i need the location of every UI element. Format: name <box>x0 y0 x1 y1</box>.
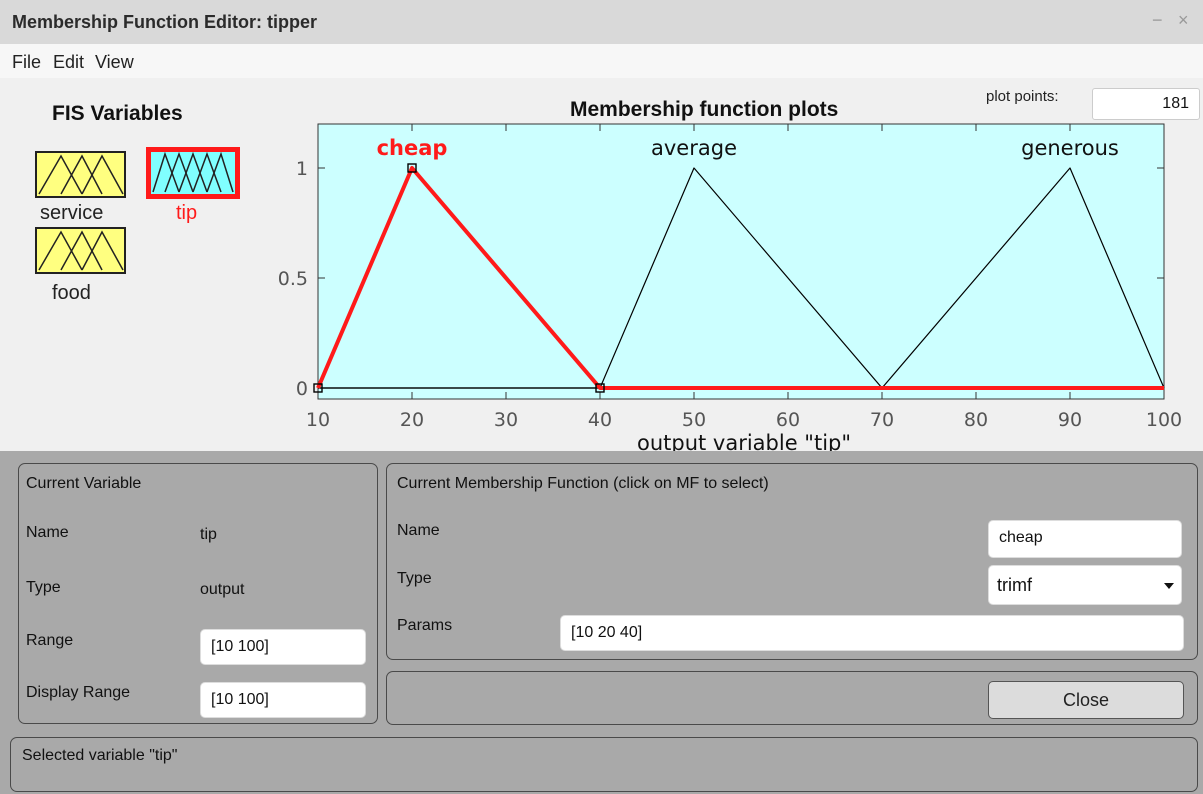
x-axis-label: output variable "tip" <box>637 431 851 451</box>
close-button[interactable]: Close <box>988 681 1184 719</box>
x-tick-label: 100 <box>1146 409 1182 431</box>
x-tick-label: 20 <box>400 409 424 431</box>
y-tick-label: 1 <box>296 158 308 180</box>
mf-type-select[interactable]: trimf <box>988 565 1182 605</box>
variable-name-value: tip <box>200 526 217 543</box>
mf-type-label: Type <box>397 570 432 587</box>
plot-area <box>317 123 1165 400</box>
variable-type-label: Type <box>26 579 61 596</box>
x-tick-label: 70 <box>870 409 894 431</box>
mf-label-average: average <box>651 136 737 160</box>
display-range-field[interactable]: [10 100] <box>200 682 366 718</box>
y-tick-label: 0 <box>296 378 308 400</box>
current-variable-header: Current Variable <box>26 475 142 492</box>
x-tick-label: 90 <box>1058 409 1082 431</box>
mf-label-generous: generous <box>1021 136 1119 160</box>
caret-down-icon <box>1164 583 1174 589</box>
mf-name-label: Name <box>397 522 440 539</box>
range-field[interactable]: [10 100] <box>200 629 366 665</box>
display-range-label: Display Range <box>26 684 131 701</box>
variable-type-value: output <box>200 581 245 598</box>
variable-name-label: Name <box>26 524 69 541</box>
membership-plot[interactable]: 10 20 30 40 50 60 70 80 90 100 0 0.5 1 average generou… <box>0 0 1203 451</box>
params-field[interactable]: [10 20 40] <box>560 615 1184 651</box>
status-text: Selected variable "tip" <box>22 747 178 764</box>
x-tick-label: 30 <box>494 409 518 431</box>
range-label: Range <box>26 632 74 649</box>
x-tick-label: 60 <box>776 409 800 431</box>
params-label: Params <box>397 617 453 634</box>
x-tick-label: 40 <box>588 409 612 431</box>
x-tick-label: 10 <box>306 409 330 431</box>
current-mf-header: Current Membership Function (click on MF… <box>397 475 769 492</box>
x-tick-label: 50 <box>682 409 706 431</box>
status-panel <box>10 737 1198 792</box>
mf-label-cheap: cheap <box>377 136 448 160</box>
mf-type-value: trimf <box>997 575 1032 595</box>
mf-name-field[interactable]: cheap <box>988 520 1182 558</box>
y-tick-label: 0.5 <box>278 268 308 290</box>
x-tick-label: 80 <box>964 409 988 431</box>
